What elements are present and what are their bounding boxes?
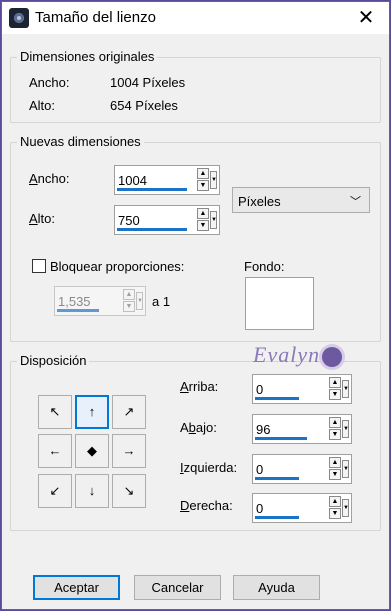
- anchor-top-left[interactable]: ↖: [38, 395, 72, 429]
- top-label-rest: rriba:: [188, 379, 219, 394]
- ok-button[interactable]: Aceptar: [33, 575, 120, 600]
- background-color-swatch[interactable]: [245, 277, 314, 330]
- spin-up-icon[interactable]: ▲: [329, 417, 341, 428]
- top-spinner[interactable]: 0 ▲ ▼ ▼: [252, 374, 352, 404]
- value-bar: [255, 516, 299, 519]
- unit-select-value: Píxeles: [238, 194, 281, 209]
- original-height-label: Alto:: [29, 98, 56, 113]
- cancel-button[interactable]: Cancelar: [134, 575, 221, 600]
- bottom-label: Abajo:: [180, 420, 217, 435]
- spin-down-icon[interactable]: ▼: [329, 389, 341, 400]
- anchor-bottom-right[interactable]: ↘: [112, 474, 146, 508]
- lock-proportions-label[interactable]: Bloquear proporciones:: [50, 259, 184, 274]
- value-bar: [255, 397, 299, 400]
- bottom-input[interactable]: 96: [256, 422, 270, 437]
- spin-up-icon: ▲: [123, 289, 135, 300]
- value-bar: [117, 188, 187, 191]
- value-bar: [255, 437, 307, 440]
- close-icon[interactable]: ✕: [343, 2, 389, 34]
- spin-arrows[interactable]: ▲ ▼: [197, 168, 209, 192]
- new-height-spinner[interactable]: 750 ▲ ▼ ▼: [114, 205, 220, 235]
- unit-select[interactable]: Píxeles ﹀: [232, 187, 370, 213]
- spin-arrows[interactable]: ▲ ▼: [329, 417, 341, 441]
- title-bar[interactable]: Tamaño del lienzo ✕: [2, 2, 389, 34]
- new-height-label: Alto:: [29, 211, 56, 226]
- new-width-input[interactable]: 1004: [118, 173, 147, 188]
- bottom-spinner[interactable]: 96 ▲ ▼ ▼: [252, 414, 352, 444]
- background-label: Fondo:: [244, 259, 285, 274]
- right-label: Derecha:: [180, 498, 233, 513]
- new-width-label: Ancho:: [29, 171, 70, 186]
- anchor-top-center[interactable]: ↑: [75, 395, 109, 429]
- value-bar: [57, 309, 99, 312]
- bottom-label-rest: ajo:: [195, 420, 217, 435]
- spin-up-icon[interactable]: ▲: [329, 457, 341, 468]
- spin-arrows[interactable]: ▲ ▼: [329, 457, 341, 481]
- anchor-bottom-center[interactable]: ↓: [75, 474, 109, 508]
- slider-dropdown-icon[interactable]: ▼: [342, 499, 349, 517]
- new-height-input[interactable]: 750: [118, 213, 140, 228]
- group-title: Disposición: [17, 353, 90, 368]
- anchor-top-right[interactable]: ↗: [112, 395, 146, 429]
- chevron-down-icon: ﹀: [350, 196, 361, 208]
- spin-arrows: ▲ ▼: [123, 289, 135, 313]
- left-label-rest: zquierda:: [183, 460, 238, 475]
- group-title: Dimensiones originales: [17, 49, 158, 64]
- spin-up-icon[interactable]: ▲: [197, 208, 209, 219]
- original-width-value: 1004 Píxeles: [110, 75, 186, 90]
- spin-down-icon[interactable]: ▼: [329, 429, 341, 440]
- value-bar: [117, 228, 187, 231]
- slider-dropdown-icon: ▼: [136, 292, 143, 310]
- slider-dropdown-icon[interactable]: ▼: [342, 420, 349, 438]
- window-title: Tamaño del lienzo: [35, 9, 156, 26]
- slider-dropdown-icon[interactable]: ▼: [342, 380, 349, 398]
- group-title: Nuevas dimensiones: [17, 134, 144, 149]
- lock-proportions-checkbox[interactable]: [32, 259, 46, 273]
- right-label-rest: erecha:: [189, 498, 233, 513]
- spin-down-icon: ▼: [123, 301, 135, 312]
- spin-arrows[interactable]: ▲ ▼: [329, 377, 341, 401]
- spin-down-icon[interactable]: ▼: [197, 220, 209, 231]
- spin-down-icon[interactable]: ▼: [197, 180, 209, 191]
- new-width-label-rest: ncho:: [37, 171, 70, 186]
- anchor-bottom-left[interactable]: ↙: [38, 474, 72, 508]
- top-label: Arriba:: [180, 379, 219, 394]
- left-label: Izquierda:: [180, 460, 238, 475]
- right-spinner[interactable]: 0 ▲ ▼ ▼: [252, 493, 352, 523]
- left-spinner[interactable]: 0 ▲ ▼ ▼: [252, 454, 352, 484]
- spin-down-icon[interactable]: ▼: [329, 469, 341, 480]
- spin-up-icon[interactable]: ▲: [197, 168, 209, 179]
- anchor-middle-right[interactable]: →: [112, 434, 146, 468]
- spin-down-icon[interactable]: ▼: [329, 508, 341, 519]
- top-input[interactable]: 0: [256, 382, 263, 397]
- slider-dropdown-icon[interactable]: ▼: [210, 171, 217, 189]
- spin-arrows[interactable]: ▲ ▼: [197, 208, 209, 232]
- help-button[interactable]: Ayuda: [233, 575, 320, 600]
- original-dimensions-group: Dimensiones originales: [10, 49, 381, 123]
- ratio-suffix: a 1: [152, 294, 171, 309]
- slider-dropdown-icon[interactable]: ▼: [210, 211, 217, 229]
- app-icon: [9, 8, 29, 28]
- canvas-size-dialog: Tamaño del lienzo ✕ Dimensiones original…: [1, 1, 390, 610]
- ratio-input: 1,535: [58, 294, 91, 309]
- slider-dropdown-icon[interactable]: ▼: [342, 460, 349, 478]
- value-bar: [255, 477, 299, 480]
- left-input[interactable]: 0: [256, 462, 263, 477]
- original-height-value: 654 Píxeles: [110, 98, 178, 113]
- spin-arrows[interactable]: ▲ ▼: [329, 496, 341, 520]
- anchor-middle-left[interactable]: ←: [38, 434, 72, 468]
- anchor-center[interactable]: ◆: [75, 434, 109, 468]
- ratio-spinner: 1,535 ▲ ▼ ▼: [54, 286, 146, 316]
- flower-watermark-icon: [322, 347, 342, 367]
- spin-up-icon[interactable]: ▲: [329, 496, 341, 507]
- original-width-label: Ancho:: [29, 75, 70, 90]
- right-input[interactable]: 0: [256, 501, 263, 516]
- new-width-spinner[interactable]: 1004 ▲ ▼ ▼: [114, 165, 220, 195]
- new-height-label-rest: lto:: [37, 211, 56, 226]
- spin-up-icon[interactable]: ▲: [329, 377, 341, 388]
